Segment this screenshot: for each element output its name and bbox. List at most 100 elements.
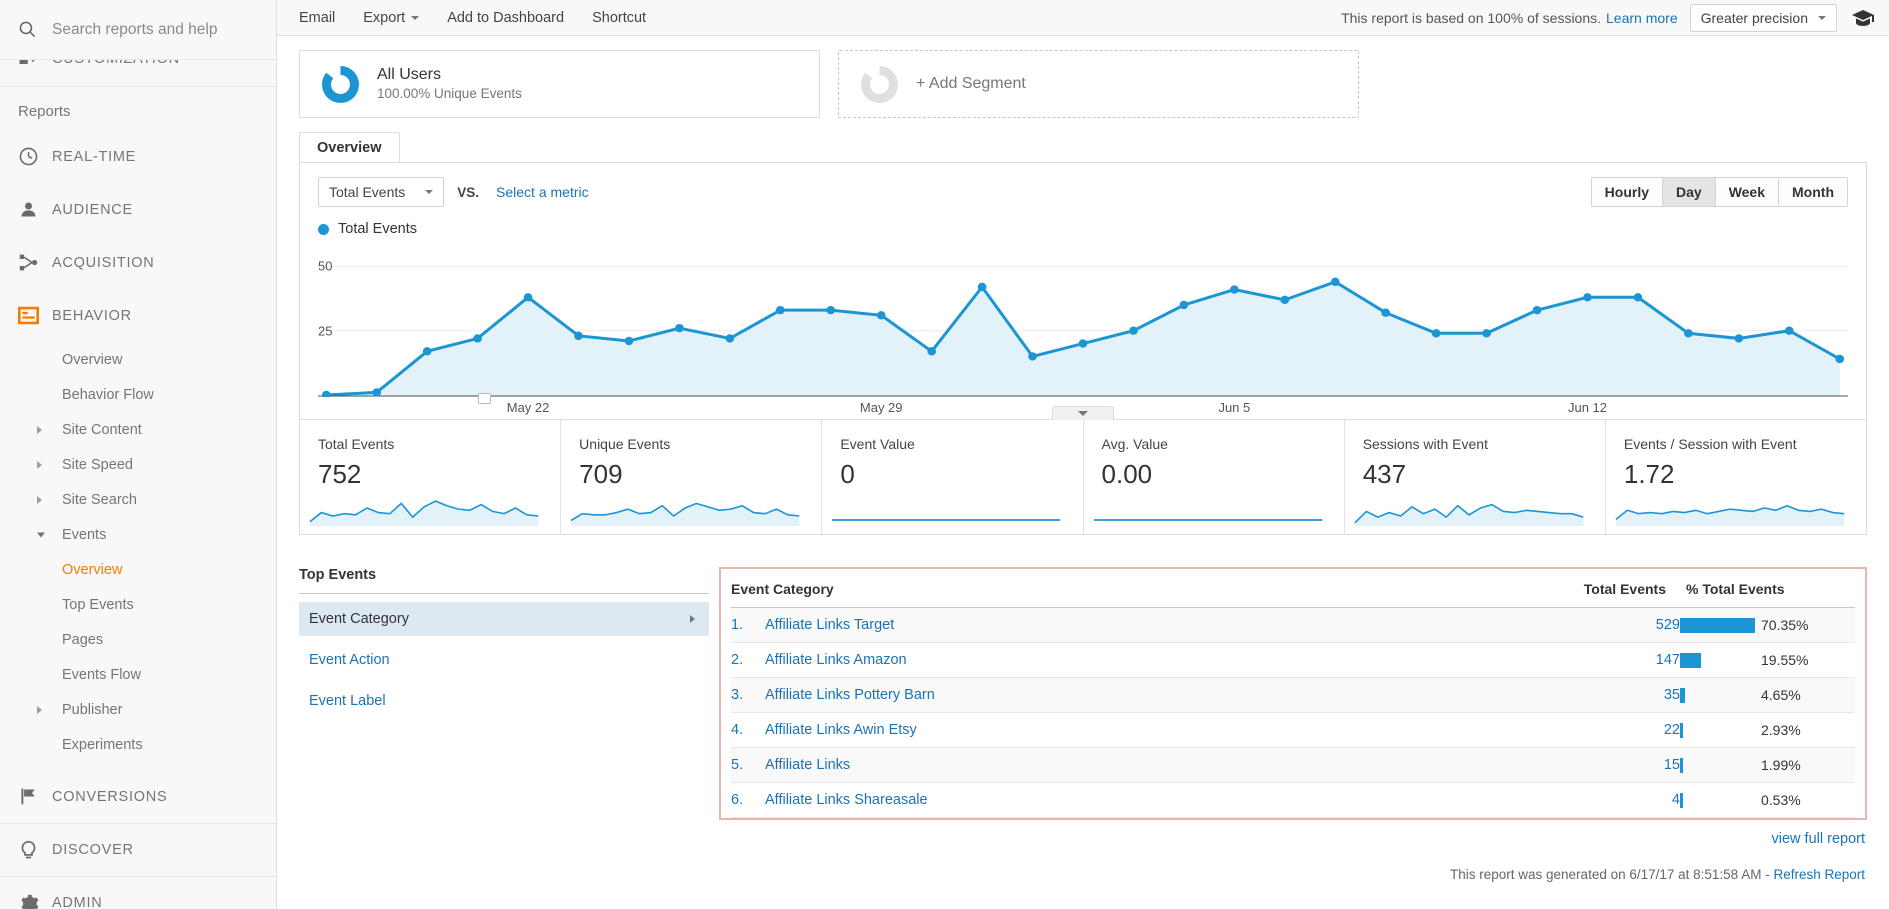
chart-panel: Total Events VS. Select a metric Hourly … (299, 163, 1867, 420)
sidebar-item-overview[interactable]: Overview (0, 342, 276, 377)
sidebar-item-top-events[interactable]: Top Events (0, 587, 276, 622)
metric-card: Total Events 752 (300, 420, 562, 534)
sidebar-item-label: REAL-TIME (52, 148, 137, 165)
top-events-item-event-label[interactable]: Event Label (299, 684, 709, 718)
sidebar-item-admin[interactable]: ADMIN (0, 876, 276, 909)
sidebar-item-customization[interactable]: CUSTOMIZATION (0, 60, 276, 87)
tabbar: Overview (299, 132, 1867, 163)
sidebar-subitem-label: Top Events (62, 596, 134, 613)
pct-bar-track (1680, 792, 1755, 808)
export-button[interactable]: Export (363, 10, 420, 26)
legend-label: Total Events (338, 221, 417, 237)
row-dimension: Affiliate Links Amazon (765, 642, 1570, 678)
row-total-events: 147 (1570, 642, 1680, 678)
y-axis-tick: 50 (318, 258, 333, 274)
sidebar-item-site-content[interactable]: Site Content (0, 412, 276, 447)
sidebar-item-conversions[interactable]: CONVERSIONS (0, 770, 276, 823)
col-header-pct-total-events[interactable]: % Total Events (1680, 569, 1855, 608)
period-month[interactable]: Month (1779, 177, 1848, 207)
total-events-line-chart[interactable] (318, 247, 1848, 397)
pct-bar-track (1680, 687, 1755, 703)
sidebar-item-pages[interactable]: Pages (0, 622, 276, 657)
segment-all-users[interactable]: All Users 100.00% Unique Events (299, 50, 820, 118)
sidebar-item-label: ADMIN (52, 895, 103, 909)
event-category-link[interactable]: Affiliate Links Amazon (765, 652, 907, 668)
row-total-events: 529 (1570, 607, 1680, 643)
precision-dropdown[interactable]: Greater precision (1689, 3, 1837, 32)
sidebar-item-behavior[interactable]: BEHAVIOR (0, 289, 276, 342)
sidebar-item-publisher[interactable]: Publisher (0, 692, 276, 727)
metric-dropdown[interactable]: Total Events (318, 177, 445, 207)
sidebar-subitem-label: Site Content (62, 421, 142, 438)
period-day[interactable]: Day (1663, 177, 1716, 207)
sidebar-item-events-flow[interactable]: Events Flow (0, 657, 276, 692)
add-segment-button[interactable]: + Add Segment (838, 50, 1359, 118)
row-pct-total-events: 0.53% (1680, 782, 1855, 818)
search-icon (18, 20, 52, 39)
pct-value-label: 1.99% (1761, 757, 1801, 773)
col-header-dimension[interactable]: Event Category (731, 569, 1570, 608)
add-to-dashboard-button[interactable]: Add to Dashboard (447, 10, 564, 26)
sidebar-item-site-search[interactable]: Site Search (0, 482, 276, 517)
sidebar-item-discover[interactable]: DISCOVER (0, 823, 276, 876)
sidebar-item-behavior-flow[interactable]: Behavior Flow (0, 377, 276, 412)
refresh-report-link[interactable]: Refresh Report (1773, 867, 1865, 882)
search-input[interactable] (52, 20, 252, 39)
tab-overview[interactable]: Overview (299, 132, 400, 162)
table-row: 6. Affiliate Links Shareasale 4 0.53% (731, 782, 1855, 818)
table-row: 3. Affiliate Links Pottery Barn 35 4.65% (731, 677, 1855, 713)
row-total-events: 4 (1570, 782, 1680, 818)
event-category-link[interactable]: Affiliate Links (765, 757, 850, 773)
metric-dropdown-label: Total Events (329, 184, 406, 200)
metric-card-label: Avg. Value (1101, 436, 1168, 452)
sidebar: CUSTOMIZATION Reports REAL-TIME AUDIENCE (0, 0, 277, 909)
top-events-item-label: Event Label (309, 693, 386, 709)
sidebar-section-reports: Reports (18, 103, 71, 120)
chevron-right-icon (37, 705, 42, 714)
metric-card: Events / Session with Event 1.72 (1606, 420, 1866, 534)
chart-legend: Total Events (318, 221, 1848, 237)
graduation-cap-icon[interactable] (1851, 9, 1875, 27)
col-header-total-events[interactable]: Total Events (1570, 569, 1680, 608)
view-full-report-link[interactable]: view full report (719, 831, 1867, 847)
top-events-item-event-action[interactable]: Event Action (299, 643, 709, 677)
pct-value-label: 2.93% (1761, 722, 1801, 738)
event-category-link[interactable]: Affiliate Links Shareasale (765, 792, 928, 808)
learn-more-link[interactable]: Learn more (1606, 10, 1678, 26)
sidebar-item-site-speed[interactable]: Site Speed (0, 447, 276, 482)
sidebar-item-acquisition[interactable]: ACQUISITION (0, 236, 276, 289)
chart-expander-button[interactable] (1052, 406, 1114, 420)
report-generated-note: This report was generated on 6/17/17 at … (299, 867, 1867, 882)
email-button[interactable]: Email (299, 10, 335, 26)
pct-value-label: 19.55% (1761, 652, 1809, 668)
clock-icon (18, 146, 52, 167)
acquisition-icon (18, 252, 52, 273)
period-hourly[interactable]: Hourly (1590, 177, 1663, 207)
row-pct-total-events: 2.93% (1680, 712, 1855, 748)
row-pct-total-events: 70.35% (1680, 607, 1855, 643)
top-events-item-event-category[interactable]: Event Category (299, 602, 709, 636)
event-category-link[interactable]: Affiliate Links Target (765, 617, 894, 633)
sidebar-item-events-overview[interactable]: Overview (0, 552, 276, 587)
metric-card: Sessions with Event 437 (1345, 420, 1606, 534)
select-a-metric-link[interactable]: Select a metric (496, 184, 589, 200)
sidebar-item-experiments[interactable]: Experiments (0, 727, 276, 762)
precision-label: Greater precision (1700, 9, 1808, 26)
row-pct-total-events: 4.65% (1680, 677, 1855, 713)
search-row (0, 0, 276, 60)
period-week[interactable]: Week (1715, 177, 1780, 207)
sidebar-item-events[interactable]: Events (0, 517, 276, 552)
shortcut-button[interactable]: Shortcut (592, 10, 646, 26)
sidebar-subitem-label: Publisher (62, 701, 123, 718)
sidebar-item-real-time[interactable]: REAL-TIME (0, 130, 276, 183)
sidebar-item-audience[interactable]: AUDIENCE (0, 183, 276, 236)
report-body: All Users 100.00% Unique Events + Add Se… (277, 36, 1889, 909)
segment-title: All Users (377, 65, 442, 83)
row-index: 6. (731, 782, 765, 818)
sidebar-item-label: AUDIENCE (52, 201, 133, 218)
sidebar-item-label: CUSTOMIZATION (52, 60, 180, 67)
event-category-link[interactable]: Affiliate Links Pottery Barn (765, 687, 935, 703)
pct-value-label: 4.65% (1761, 687, 1801, 703)
event-category-link[interactable]: Affiliate Links Awin Etsy (765, 722, 917, 738)
pct-value-label: 0.53% (1761, 792, 1801, 808)
